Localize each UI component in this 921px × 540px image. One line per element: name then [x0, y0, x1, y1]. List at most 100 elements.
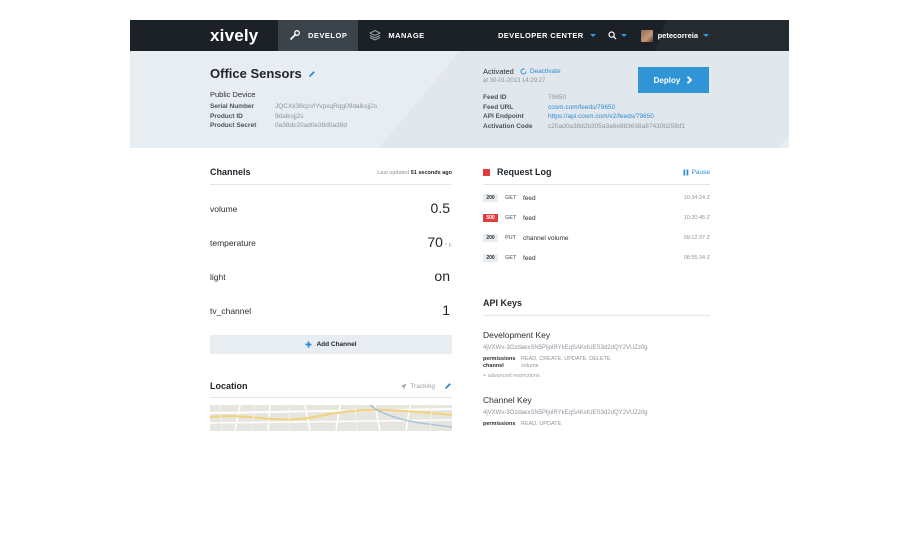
add-channel-button[interactable]: Add Channel: [210, 335, 452, 354]
pencil-icon[interactable]: [444, 382, 452, 390]
deploy-button[interactable]: Deploy: [638, 67, 709, 93]
api-keys-title: API Keys: [483, 298, 523, 308]
chevron-right-icon: [687, 76, 693, 84]
channel-row[interactable]: tv_channel 1: [210, 294, 452, 328]
wrench-icon: [289, 29, 301, 43]
field-label: Product ID: [210, 112, 243, 120]
log-entry[interactable]: 200 PUT channel volume 09:12:37 Z: [483, 232, 710, 244]
activation-code-value: c20ad0a38d2b305a3a6e983638a87430b25fbf1: [548, 122, 686, 130]
tab-manage[interactable]: MANAGE: [358, 20, 435, 51]
channel-name: temperature: [210, 238, 256, 248]
developer-center-label: DEVELOPER CENTER: [497, 31, 584, 40]
last-updated-value: 51 seconds ago: [410, 170, 452, 176]
request-time: 10:34:24 Z: [683, 195, 710, 201]
developer-center-menu[interactable]: DEVELOPER CENTER: [498, 31, 596, 40]
tracking-toggle[interactable]: Tracking: [400, 383, 435, 390]
request-log-title: Request Log: [497, 167, 552, 177]
request-path: feed: [523, 194, 536, 202]
log-entry[interactable]: 500 GET feed 10:30:45 Z: [483, 212, 710, 224]
field-value: 9dalksjj2s: [275, 112, 304, 120]
deactivate-link[interactable]: Deactivate: [520, 68, 561, 75]
field-value: JQCXk38cpVlYvpxqRqg09dalksjj2s: [275, 103, 378, 110]
request-time: 08:55:34 Z: [683, 255, 710, 261]
request-path: channel volume: [523, 234, 569, 242]
pause-label: Pause: [691, 169, 710, 176]
http-method: GET: [505, 215, 517, 221]
pause-button[interactable]: Pause: [683, 169, 710, 176]
tab-manage-label: MANAGE: [388, 31, 425, 40]
log-entry[interactable]: 200 GET feed 08:55:34 Z: [483, 252, 710, 264]
location-map[interactable]: [210, 405, 452, 431]
feed-id-value: 79650: [548, 94, 567, 101]
field-label: Product Secret: [210, 122, 257, 130]
refresh-icon: [520, 68, 527, 75]
channel-name: volume: [210, 204, 238, 214]
location-title: Location: [210, 381, 248, 391]
nav-right: DEVELOPER CENTER petecorreia: [498, 20, 789, 51]
device-fields: Serial Number JQCXk38cpVlYvpxqRqg09dalks…: [210, 103, 377, 129]
add-channel-label: Add Channel: [316, 341, 357, 348]
top-nav: xively DEVELOP MANAGE DEVELOPER CENTER p…: [130, 20, 789, 51]
pencil-icon[interactable]: [308, 70, 316, 78]
feed-label: Activation Code: [483, 122, 533, 130]
channel-unit: ° F: [444, 243, 452, 249]
channel-label: channel: [483, 363, 504, 369]
feed-label: Feed URL: [483, 103, 514, 111]
pause-icon: [683, 169, 688, 176]
channel-name: light: [210, 272, 226, 282]
log-entry[interactable]: 200 GET feed 10:34:24 Z: [483, 192, 710, 204]
request-time: 10:30:45 Z: [683, 215, 710, 221]
device-title: Office Sensors: [210, 66, 316, 81]
location-arrow-icon: [400, 383, 407, 390]
feed-label: API Endpoint: [483, 113, 524, 121]
feed-fields: Feed ID 79650 Feed URL cosm.com/feeds/79…: [483, 94, 685, 130]
tab-develop-label: DEVELOP: [308, 31, 348, 40]
channel-value: 0.5: [430, 200, 450, 216]
key-value[interactable]: 4jVXWv-3OzdaexSN5PljolRYkEqSAKxlUES3d2dQ…: [483, 410, 648, 416]
map-tiles: [210, 405, 452, 431]
user-menu[interactable]: petecorreia: [640, 29, 709, 42]
xively-logo[interactable]: xively: [210, 26, 278, 46]
channel-value: volume: [521, 363, 539, 369]
channel-value: 70: [427, 234, 443, 250]
request-path: feed: [523, 214, 536, 222]
location-header: Location Tracking: [210, 381, 452, 398]
recording-indicator-icon: [483, 169, 490, 176]
avatar: [640, 29, 653, 42]
permissions-value: READ, UPDATE: [521, 421, 562, 427]
channels-header: Channels Last updated 51 seconds ago: [210, 167, 452, 185]
status-badge: 200: [483, 194, 498, 202]
channel-name: tv_channel: [210, 306, 252, 316]
deploy-label: Deploy: [653, 75, 681, 85]
permissions-value: READ, CREATE, UPDATE, DELETE: [521, 356, 611, 362]
username: petecorreia: [657, 31, 698, 40]
http-method: GET: [505, 195, 517, 201]
key-permissions: permissions READ, CREATE, UPDATE, DELETE…: [483, 356, 611, 369]
http-method: PUT: [505, 235, 516, 241]
search-button[interactable]: [607, 31, 627, 40]
request-time: 09:12:37 Z: [683, 235, 710, 241]
request-path: feed: [523, 254, 536, 262]
plus-icon: [305, 341, 312, 348]
channel-row[interactable]: temperature 70 ° F: [210, 226, 452, 260]
channel-row[interactable]: volume 0.5: [210, 192, 452, 226]
last-updated: Last updated 51 seconds ago: [377, 170, 452, 176]
activation-status: Activated Deactivate: [483, 67, 561, 76]
request-log-header: Request Log Pause: [483, 167, 710, 185]
tracking-label: Tracking: [410, 383, 435, 390]
status-badge: 200: [483, 254, 498, 262]
field-value: 0a38dc20ad0e38d0a38d: [275, 122, 347, 130]
tab-develop[interactable]: DEVELOP: [278, 20, 359, 51]
channels-title: Channels: [210, 167, 251, 177]
layers-icon: [369, 29, 382, 43]
advanced-restrictions-link[interactable]: + advanced restrictions: [483, 373, 540, 379]
permissions-label: permissions: [483, 356, 516, 362]
feed-url-link[interactable]: cosm.com/feeds/79650: [548, 104, 685, 111]
channel-value: 1: [442, 302, 450, 318]
device-visibility: Public Device: [210, 90, 256, 99]
channel-row[interactable]: light on: [210, 260, 452, 294]
device-title-text: Office Sensors: [210, 66, 302, 81]
key-value[interactable]: 4jVXWv-3OzdaexSN5PljolRYkEqSAKxlUES3d2dQ…: [483, 345, 648, 351]
key-permissions: permissions READ, UPDATE: [483, 421, 561, 427]
api-endpoint-link[interactable]: https://api.cosm.com/v2/feeds/79650: [548, 113, 685, 120]
